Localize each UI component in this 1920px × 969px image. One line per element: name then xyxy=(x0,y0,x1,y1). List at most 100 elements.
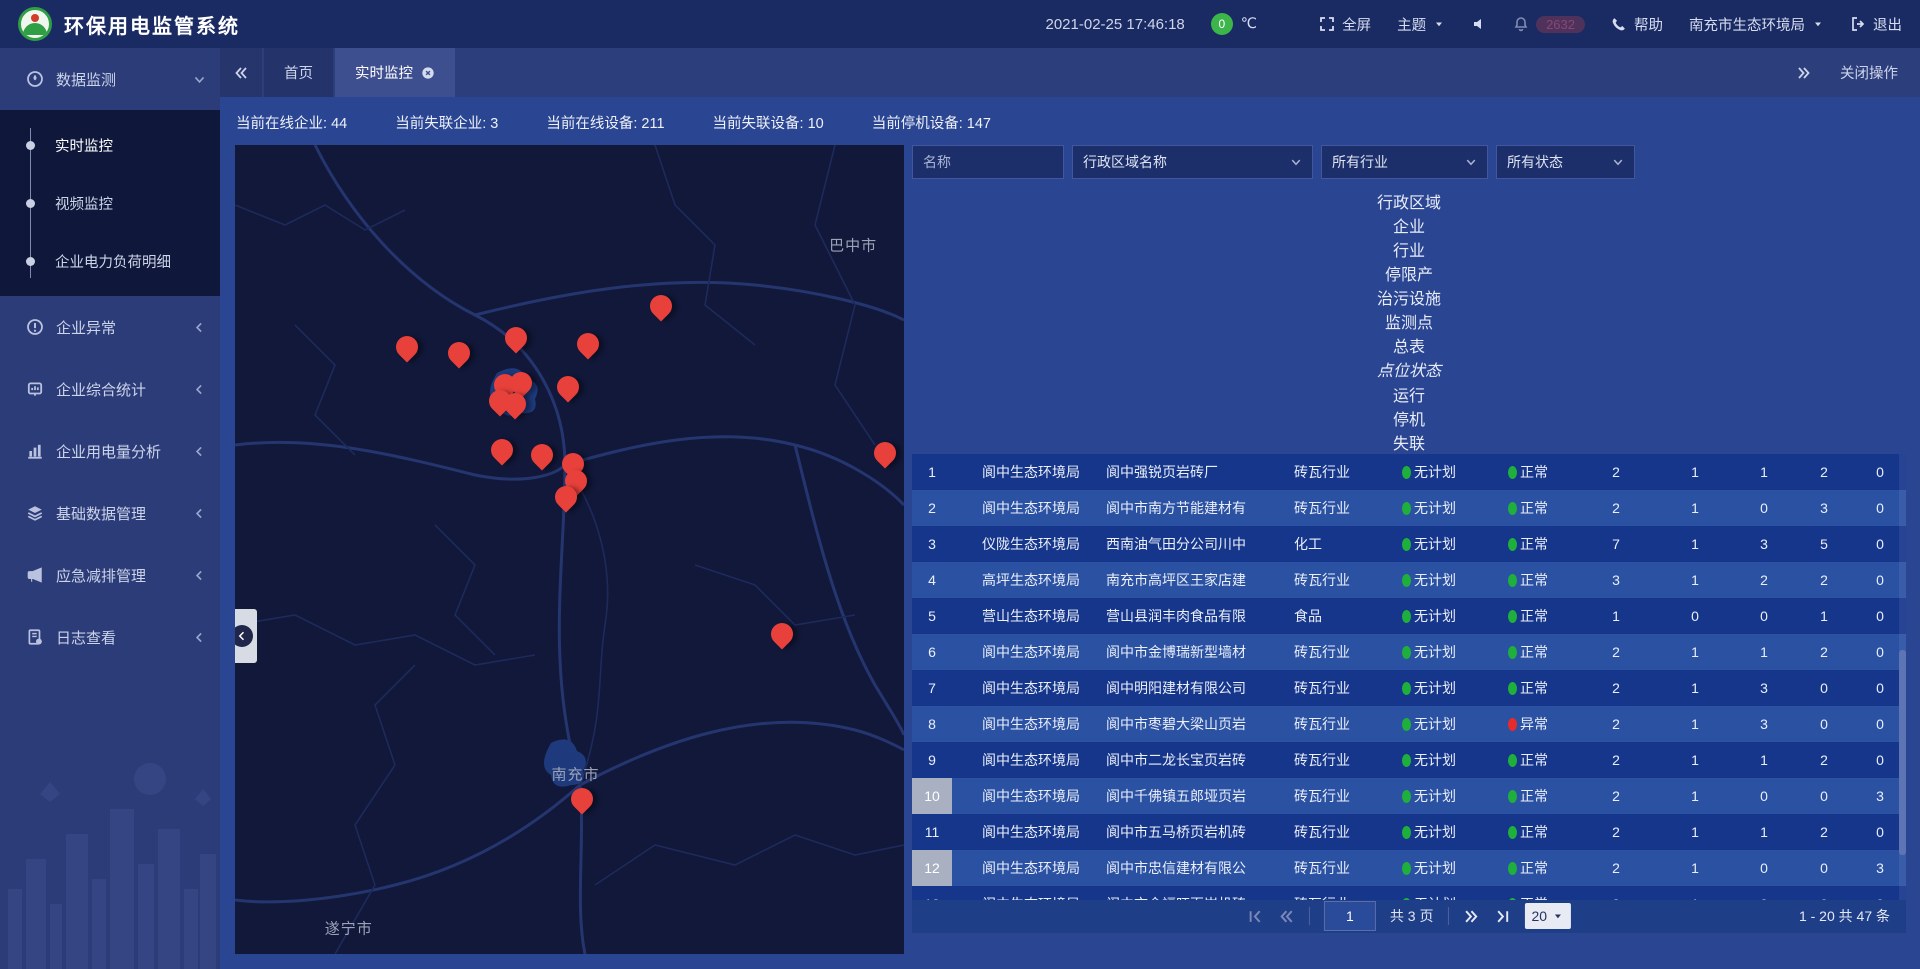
map-pin[interactable] xyxy=(396,336,418,358)
limit-status-dot xyxy=(1402,538,1411,551)
next-page-button[interactable] xyxy=(1463,908,1480,925)
page-size-select[interactable]: 20 xyxy=(1525,903,1572,929)
table-row[interactable]: 13阆中生态环境局阆中市金福旺页岩机砖砖瓦行业无计划正常21300 xyxy=(912,886,1906,900)
last-page-button[interactable] xyxy=(1494,908,1511,925)
col-lost: 失联 xyxy=(912,430,1906,454)
logout-button[interactable]: 退出 xyxy=(1850,14,1902,35)
map-pin[interactable] xyxy=(874,442,896,464)
table-row[interactable]: 4高坪生态环境局南充市高坪区王家店建砖瓦行业无计划正常31220 xyxy=(912,562,1906,598)
region-filter-select[interactable]: 行政区域名称 xyxy=(1072,145,1313,179)
sidebar-item[interactable]: 企业异常 xyxy=(0,296,220,358)
bullet-icon xyxy=(26,199,35,208)
cell-run: 3 xyxy=(1734,716,1794,732)
col-points: 监测点 xyxy=(912,309,1906,333)
notifications-button[interactable]: 2632 xyxy=(1513,16,1585,33)
cell-run: 1 xyxy=(1734,752,1794,768)
sidebar-item[interactable]: 数据监测 xyxy=(0,48,220,110)
tabs-scroll-right-button[interactable] xyxy=(1796,65,1812,81)
tab-bar: 首页实时监控 关闭操作 xyxy=(220,48,1920,97)
table-body: 1阆中生态环境局阆中强锐页岩砖厂砖瓦行业无计划正常211202阆中生态环境局阆中… xyxy=(912,454,1906,900)
stat-value: 3 xyxy=(490,116,498,132)
map-pin[interactable] xyxy=(555,486,577,508)
status-filter-select[interactable]: 所有状态 xyxy=(1496,145,1635,179)
table-row[interactable]: 12阆中生态环境局阆中市忠信建材有限公砖瓦行业无计划正常21003 xyxy=(912,850,1906,886)
cell-run: 0 xyxy=(1734,860,1794,876)
table-row[interactable]: 10阆中生态环境局阆中千佛镇五郎垭页岩砖瓦行业无计划正常21003 xyxy=(912,778,1906,814)
cell-stop: 0 xyxy=(1794,860,1854,876)
sidebar-item[interactable]: 日志查看 xyxy=(0,606,220,668)
cell-industry: 砖瓦行业 xyxy=(1290,786,1378,806)
cell-index: 12 xyxy=(912,850,952,886)
table-row[interactable]: 5营山生态环境局营山县润丰肉食品有限食品无计划正常10010 xyxy=(912,598,1906,634)
table-row[interactable]: 7阆中生态环境局阆中明阳建材有限公司砖瓦行业无计划正常21300 xyxy=(912,670,1906,706)
stat-item: 当前在线设备: 211 xyxy=(546,112,664,133)
table-row[interactable]: 1阆中生态环境局阆中强锐页岩砖厂砖瓦行业无计划正常21120 xyxy=(912,454,1906,490)
cell-points: 2 xyxy=(1576,464,1656,480)
map-pin[interactable] xyxy=(771,623,793,645)
tab-首页[interactable]: 首页 xyxy=(264,48,333,97)
map-pin[interactable] xyxy=(531,444,553,466)
first-page-button[interactable] xyxy=(1247,908,1264,925)
table-scrollbar[interactable] xyxy=(1899,454,1906,900)
cell-limit-status: 无计划 xyxy=(1378,678,1480,698)
table-row[interactable]: 6阆中生态环境局阆中市金博瑞新型墙材砖瓦行业无计划正常21120 xyxy=(912,634,1906,670)
help-button[interactable]: 帮助 xyxy=(1611,14,1663,35)
map-pin[interactable] xyxy=(571,788,593,810)
scrollbar-thumb[interactable] xyxy=(1899,650,1906,855)
cell-company: 阆中市忠信建材有限公 xyxy=(1100,858,1290,878)
map-pin[interactable] xyxy=(448,342,470,364)
tab-close-icon[interactable] xyxy=(421,66,435,80)
sidebar-subitem[interactable]: 视频监控 xyxy=(0,174,220,232)
page-input[interactable] xyxy=(1324,901,1376,931)
fullscreen-button[interactable]: 全屏 xyxy=(1319,14,1371,35)
map-panel[interactable]: 巴中市南充市遂宁市 xyxy=(235,145,904,954)
map-pin[interactable] xyxy=(650,295,672,317)
map-pin[interactable] xyxy=(504,393,526,415)
sidebar-item[interactable]: 企业用电量分析 xyxy=(0,420,220,482)
sidebar-item[interactable]: 应急减排管理 xyxy=(0,544,220,606)
cell-limit-status: 无计划 xyxy=(1378,534,1480,554)
mute-button[interactable] xyxy=(1471,16,1487,32)
cell-region: 阆中生态环境局 xyxy=(952,750,1100,770)
cell-company: 南充市高坪区王家店建 xyxy=(1100,570,1290,590)
name-filter-input[interactable] xyxy=(912,145,1064,179)
table-row[interactable]: 2阆中生态环境局阆中市南方节能建材有砖瓦行业无计划正常21030 xyxy=(912,490,1906,526)
tabs-scroll-left-button[interactable] xyxy=(220,48,262,97)
cell-stop: 1 xyxy=(1794,608,1854,624)
industry-filter-select[interactable]: 所有行业 xyxy=(1321,145,1488,179)
caret-down-icon xyxy=(1552,910,1564,922)
sidebar-item[interactable]: 基础数据管理 xyxy=(0,482,220,544)
table-row[interactable]: 11阆中生态环境局阆中市五马桥页岩机砖砖瓦行业无计划正常21120 xyxy=(912,814,1906,850)
table-row[interactable]: 9阆中生态环境局阆中市二龙长宝页岩砖砖瓦行业无计划正常21120 xyxy=(912,742,1906,778)
cell-stop: 0 xyxy=(1794,788,1854,804)
sidebar-subitem-label: 实时监控 xyxy=(55,135,113,156)
theme-dropdown[interactable]: 主题 xyxy=(1397,14,1445,35)
sidebar-item-label: 日志查看 xyxy=(56,627,181,648)
sidebar-subitem-label: 视频监控 xyxy=(55,193,113,214)
map-pin[interactable] xyxy=(557,376,579,398)
prev-page-button[interactable] xyxy=(1278,908,1295,925)
map-collapse-handle[interactable] xyxy=(235,609,257,663)
map-pin[interactable] xyxy=(505,327,527,349)
stat-item: 当前停机设备: 147 xyxy=(872,112,991,133)
facility-status-dot xyxy=(1508,466,1517,479)
table-row[interactable]: 3仪陇生态环境局西南油气田分公司川中化工无计划正常71350 xyxy=(912,526,1906,562)
facility-status-dot xyxy=(1508,862,1517,875)
org-name-label: 南充市生态环境局 xyxy=(1689,14,1805,35)
sidebar-item[interactable]: 企业综合统计 xyxy=(0,358,220,420)
map-pin[interactable] xyxy=(510,372,532,394)
cell-index: 4 xyxy=(912,562,952,598)
sidebar-subitem[interactable]: 企业电力负荷明细 xyxy=(0,232,220,290)
table-row[interactable]: 8阆中生态环境局阆中市枣碧大梁山页岩砖瓦行业无计划异常21300 xyxy=(912,706,1906,742)
map-pin[interactable] xyxy=(577,333,599,355)
map-pin[interactable] xyxy=(491,439,513,461)
cell-region: 高坪生态环境局 xyxy=(952,570,1100,590)
stat-value: 44 xyxy=(331,116,347,132)
close-operations-button[interactable]: 关闭操作 xyxy=(1840,62,1898,83)
tab-实时监控[interactable]: 实时监控 xyxy=(335,48,455,97)
org-dropdown[interactable]: 南充市生态环境局 xyxy=(1689,14,1824,35)
sidebar-subitem[interactable]: 实时监控 xyxy=(0,116,220,174)
chevron-left-icon xyxy=(193,445,206,458)
cell-points: 2 xyxy=(1576,752,1656,768)
cell-meter: 1 xyxy=(1656,572,1734,588)
